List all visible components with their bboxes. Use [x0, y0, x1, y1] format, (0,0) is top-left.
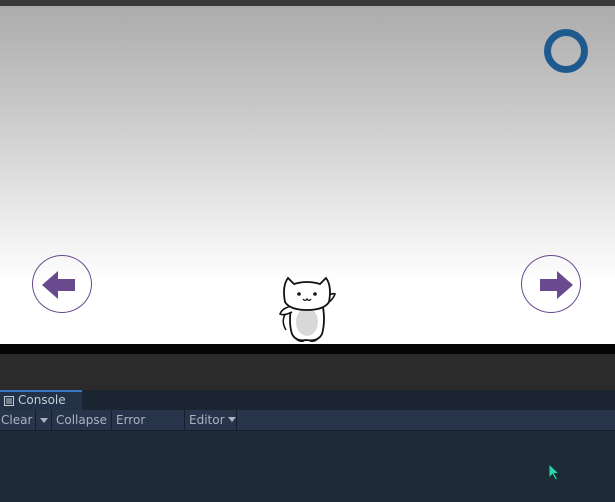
chevron-down-icon — [40, 418, 48, 423]
move-left-button[interactable] — [32, 255, 92, 313]
console-tab-row: Console — [0, 390, 615, 410]
move-right-button[interactable] — [521, 255, 581, 313]
chevron-down-icon — [227, 417, 236, 422]
ring-target-icon — [544, 29, 588, 73]
panel-gap — [0, 354, 615, 390]
error-pause-button[interactable]: Error Pause — [112, 410, 185, 447]
clear-options-dropdown[interactable] — [36, 410, 52, 430]
collapse-button[interactable]: Collapse — [52, 410, 112, 430]
mouse-cursor-icon — [548, 463, 561, 481]
tab-console[interactable]: Console — [0, 390, 82, 410]
game-view — [0, 6, 615, 344]
cat-character — [272, 272, 342, 344]
ground-line — [0, 344, 615, 354]
tab-console-label: Console — [18, 393, 66, 407]
right-arrow-icon — [540, 271, 573, 299]
editor-dropdown[interactable]: Editor — [185, 410, 237, 430]
console-panel: Console Clear Collapse Error Pause Edito… — [0, 390, 615, 502]
console-log-area[interactable] — [0, 431, 615, 502]
left-arrow-icon — [42, 271, 75, 299]
console-icon — [4, 396, 14, 406]
collapse-button-label: Collapse — [56, 413, 107, 427]
clear-button[interactable]: Clear — [0, 410, 36, 430]
editor-dropdown-label: Editor — [189, 413, 225, 427]
clear-button-label: Clear — [1, 413, 33, 427]
console-toolbar: Clear Collapse Error Pause Editor — [0, 410, 615, 447]
